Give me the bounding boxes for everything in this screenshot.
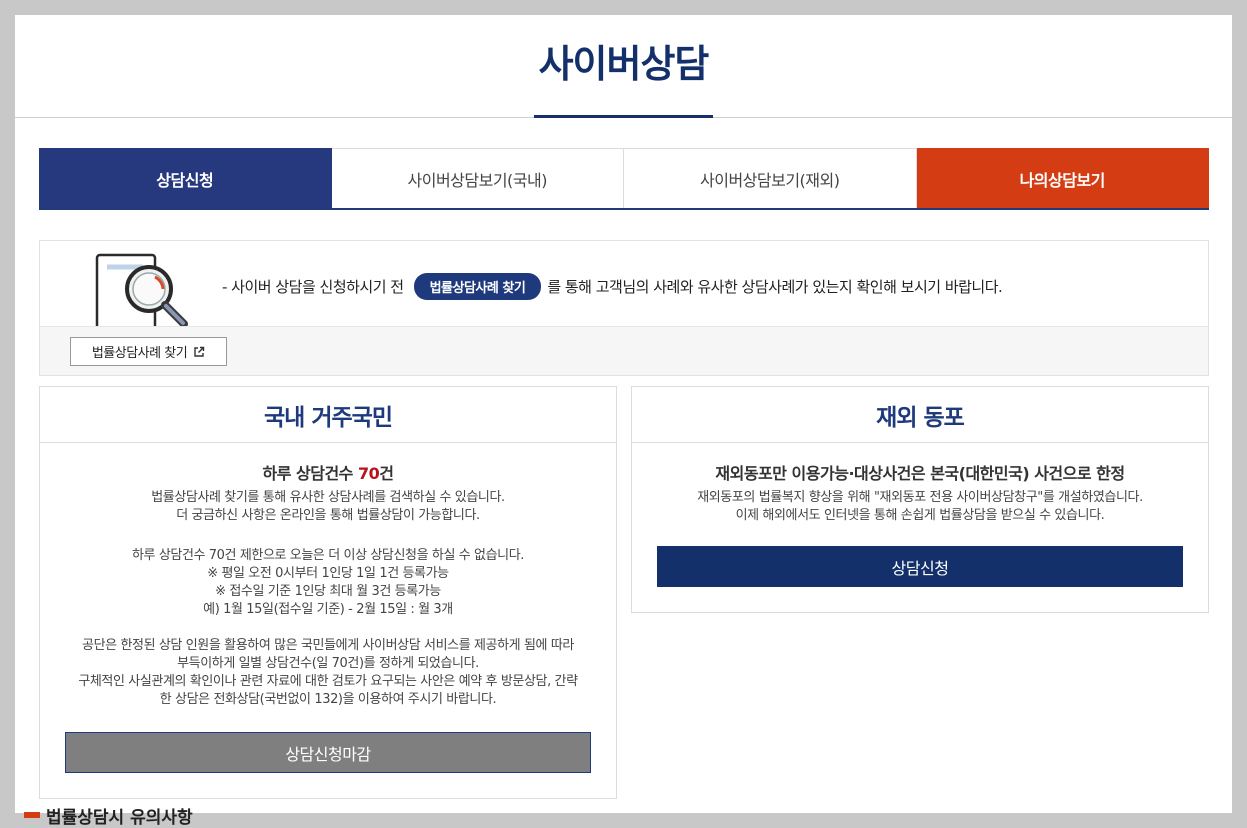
external-link-icon bbox=[194, 346, 205, 357]
info-line2: 부득이하게 일별 상담건수(일 70건)를 정하게 되었습니다. bbox=[177, 656, 479, 671]
limit-line1: 하루 상담건수 70건 제한으로 오늘은 더 이상 상담신청을 하실 수 없습니… bbox=[131, 548, 525, 563]
magnifier-document-icon bbox=[95, 253, 188, 326]
page-title: 사이버상담 bbox=[538, 42, 710, 86]
overseas-panel: 재외 동포 재외동포만 이용가능·대상사건은 본국(대한민국) 사건으로 한정 … bbox=[631, 386, 1209, 613]
case-search-button-label: 법률상담사례 찾기 bbox=[91, 346, 188, 361]
footer-section-title: 법률상담시 유의사항 bbox=[46, 808, 193, 828]
info-line3: 구체적인 사실관계의 확인이나 관련 자료에 대한 검토가 요구되는 사안은 예… bbox=[78, 674, 578, 689]
overseas-panel-body: 재외동포만 이용가능·대상사건은 본국(대한민국) 사건으로 한정 재외동포의 … bbox=[632, 460, 1208, 525]
daily-count-prefix: 하루 상담건수 bbox=[262, 464, 358, 483]
footer-section-peek: 법률상담시 유의사항 bbox=[24, 808, 193, 828]
limit-line4: 예) 1월 15일(접수일 기준) - 2월 15일 : 월 3개 bbox=[203, 602, 453, 617]
title-underline bbox=[534, 115, 713, 118]
case-search-button[interactable]: 법률상담사례 찾기 bbox=[70, 337, 227, 366]
tab-bar: 상담신청 사이버상담보기(국내) 사이버상담보기(재외) 나의상담보기 bbox=[39, 148, 1209, 210]
page-container: 사이버상담 상담신청 사이버상담보기(국내) 사이버상담보기(재외) 나의상담보… bbox=[15, 15, 1232, 813]
consult-closed-button[interactable]: 상담신청마감 bbox=[65, 732, 591, 773]
tab-cyber-view-domestic[interactable]: 사이버상담보기(국내) bbox=[331, 148, 624, 208]
daily-count-suffix: 건 bbox=[379, 464, 394, 483]
notice-top: - 사이버 상담을 신청하시기 전 법률상담사례 찾기 를 통해 고객님의 사례… bbox=[40, 241, 1208, 326]
overseas-description: 재외동포의 법률복지 향상을 위해 "재외동포 전용 사이버상담창구"를 개설하… bbox=[632, 489, 1208, 525]
case-search-pill[interactable]: 법률상담사례 찾기 bbox=[413, 273, 542, 300]
notice-box: - 사이버 상담을 신청하시기 전 법률상담사례 찾기 를 통해 고객님의 사례… bbox=[39, 240, 1209, 376]
overseas-desc-line2: 이제 해외에서도 인터넷을 통해 손쉽게 법률상담을 받으실 수 있습니다. bbox=[735, 508, 1105, 523]
overseas-panel-title: 재외 동포 bbox=[632, 387, 1208, 443]
section-marker-icon bbox=[24, 812, 40, 818]
domestic-desc-line2: 더 궁금하신 사항은 온라인을 통해 법률상담이 가능합니다. bbox=[176, 508, 480, 523]
notice-text: - 사이버 상담을 신청하시기 전 법률상담사례 찾기 를 통해 고객님의 사례… bbox=[222, 273, 1003, 300]
domestic-panel: 국내 거주국민 하루 상담건수 70건 법률상담사례 찾기를 통해 유사한 상담… bbox=[39, 386, 617, 799]
overseas-subtitle: 재외동포만 이용가능·대상사건은 본국(대한민국) 사건으로 한정 bbox=[715, 464, 1125, 483]
info-line4: 한 상담은 전화상담(국번없이 132)을 이용하여 주시기 바랍니다. bbox=[159, 692, 497, 707]
daily-limit-notice: 하루 상담건수 70건 제한으로 오늘은 더 이상 상담신청을 하실 수 없습니… bbox=[40, 547, 616, 619]
domestic-desc-line1: 법률상담사례 찾기를 통해 유사한 상담사례를 검색하실 수 있습니다. bbox=[151, 490, 505, 505]
domestic-description: 법률상담사례 찾기를 통해 유사한 상담사례를 검색하실 수 있습니다. 더 궁… bbox=[40, 489, 616, 525]
daily-count-heading: 하루 상담건수 70건 bbox=[40, 460, 616, 484]
overseas-desc-line1: 재외동포의 법률복지 향상을 위해 "재외동포 전용 사이버상담창구"를 개설하… bbox=[697, 490, 1143, 505]
notice-suffix: 를 통해 고객님의 사례와 유사한 상담사례가 있는지 확인해 보시기 바랍니다… bbox=[547, 278, 1003, 296]
tab-consult-apply[interactable]: 상담신청 bbox=[39, 148, 332, 208]
service-info: 공단은 한정된 상담 인원을 활용하여 많은 국민들에게 사이버상담 서비스를 … bbox=[40, 637, 616, 709]
tab-cyber-view-overseas[interactable]: 사이버상담보기(재외) bbox=[624, 148, 917, 208]
limit-line2: ※ 평일 오전 0시부터 1인당 1일 1건 등록가능 bbox=[207, 566, 449, 581]
title-area: 사이버상담 bbox=[15, 15, 1232, 118]
notice-prefix: - 사이버 상담을 신청하시기 전 bbox=[222, 278, 404, 296]
limit-line3: ※ 접수일 기준 1인당 최대 월 3건 등록가능 bbox=[215, 584, 441, 599]
tab-my-consult[interactable]: 나의상담보기 bbox=[916, 148, 1209, 208]
overseas-apply-button[interactable]: 상담신청 bbox=[657, 546, 1183, 587]
notice-bottom: 법률상담사례 찾기 bbox=[40, 326, 1208, 375]
domestic-panel-title: 국내 거주국민 bbox=[40, 387, 616, 443]
domestic-panel-body: 하루 상담건수 70건 법률상담사례 찾기를 통해 유사한 상담사례를 검색하실… bbox=[40, 460, 616, 709]
daily-count-value: 70 bbox=[357, 464, 380, 483]
info-line1: 공단은 한정된 상담 인원을 활용하여 많은 국민들에게 사이버상담 서비스를 … bbox=[82, 638, 574, 653]
